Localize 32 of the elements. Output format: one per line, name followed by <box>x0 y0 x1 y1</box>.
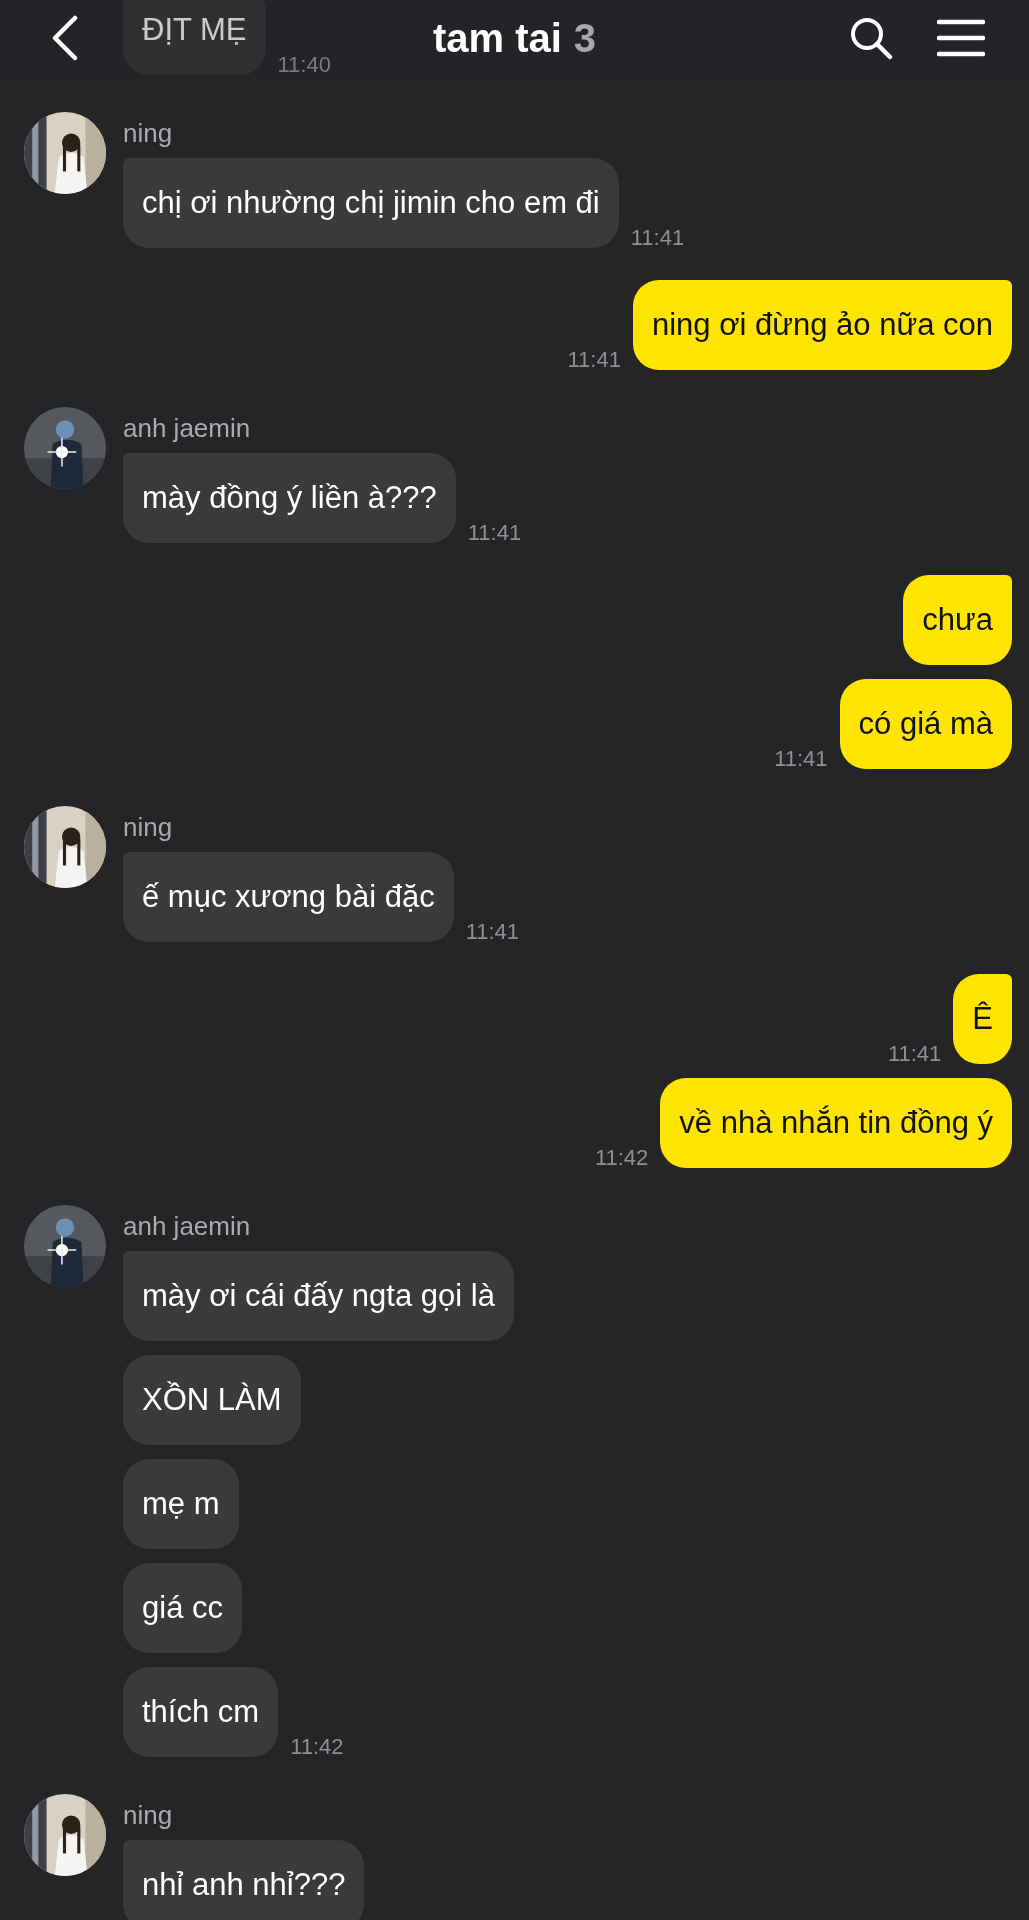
sender-name: ning <box>123 1800 173 1830</box>
message-bubble: ĐỊT MẸ <box>123 0 266 75</box>
message-bubble: chưa <box>903 575 1012 665</box>
message-time: 11:42 <box>290 1733 344 1761</box>
message-bubble: mày đồng ý liền à??? <box>123 453 456 543</box>
message-time: 11:41 <box>465 918 520 946</box>
message-bubble: chị ơi nhường chị jimin cho em đi <box>123 158 619 248</box>
message-bubble: về nhà nhắn tin đồng ý <box>660 1078 1012 1168</box>
message-time: 11:41 <box>630 224 685 252</box>
message-time: 11:41 <box>567 346 621 374</box>
message-bubble: Ê <box>953 974 1012 1064</box>
message-bubble: mày ơi cái đấy ngta gọi là <box>123 1251 514 1341</box>
message-bubble: mẹ m <box>123 1459 239 1549</box>
sender-name: ning <box>123 812 173 842</box>
message-bubble: giá cc <box>123 1563 242 1653</box>
message-time: 11:41 <box>887 1040 942 1068</box>
message-time: 11:42 <box>594 1144 649 1172</box>
sender-name: anh jaemin <box>123 1211 251 1241</box>
menu-icon <box>937 18 985 57</box>
message-bubble: thích cm <box>123 1667 279 1757</box>
message-bubble: ế mục xương bài đặc <box>123 852 454 942</box>
message-time: 11:40 <box>277 51 331 79</box>
message-bubble: XỒN LÀM <box>123 1355 301 1445</box>
message-bubble: ning ơi đừng ảo nữa con <box>632 280 1012 370</box>
search-icon <box>849 15 893 60</box>
message-time: 11:41 <box>467 519 522 547</box>
message-bubble: nhỉ anh nhỉ??? <box>123 1840 365 1920</box>
message-bubble: có giá mà <box>839 679 1012 769</box>
chat-title: tam tai 3 <box>432 15 597 62</box>
sender-name: ning <box>123 118 173 148</box>
message-time: 11:41 <box>774 745 828 773</box>
sender-name: anh jaemin <box>123 413 251 443</box>
